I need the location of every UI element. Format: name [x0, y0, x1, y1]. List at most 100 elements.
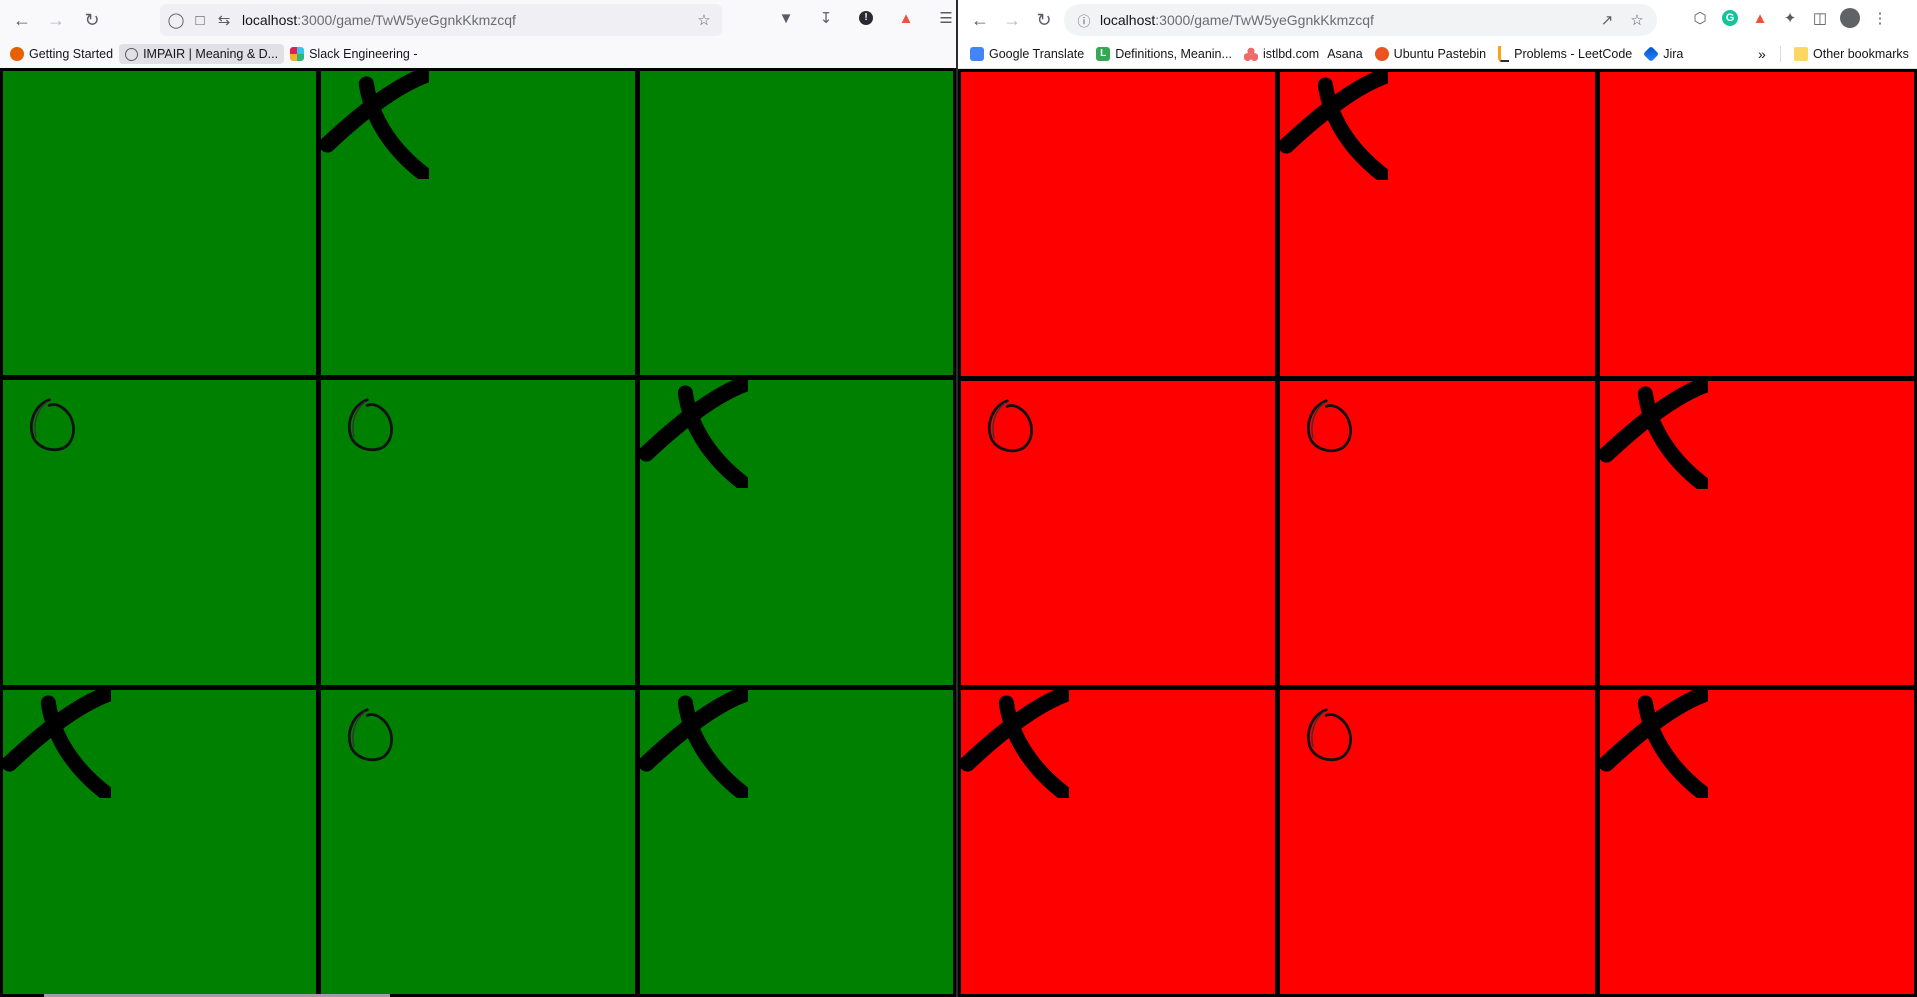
bookmark-google-translate[interactable]: Google Translate	[964, 44, 1090, 64]
board-cell[interactable]	[961, 72, 1276, 376]
board-cell[interactable]	[1280, 381, 1595, 685]
star-icon[interactable]: ☆	[1625, 8, 1649, 32]
board-cell[interactable]	[639, 71, 953, 376]
x-mark-icon	[639, 689, 748, 798]
extension-icon[interactable]: !	[854, 6, 878, 30]
firefox-toolbar-icons: ▼ ↧ ! ▲ ☰	[774, 6, 956, 30]
board-cell[interactable]	[1599, 381, 1914, 685]
x-mark-icon	[1280, 72, 1389, 180]
address-bar[interactable]: ⓘ localhost:3000/game/TwW5yeGgnkKkmzcqf …	[1064, 4, 1657, 36]
reload-icon[interactable]: ↻	[78, 6, 106, 34]
leetcode-icon	[1498, 46, 1510, 62]
avatar[interactable]	[1838, 6, 1862, 30]
chrome-toolbar-icons: ⬡ G ▲ ✦ ◫ ⋮	[1688, 6, 1892, 30]
board-cell[interactable]	[639, 689, 953, 994]
share-icon[interactable]: ↗	[1595, 8, 1619, 32]
board-cell[interactable]	[1280, 72, 1595, 376]
firefox-icon	[10, 47, 24, 61]
chrome-window: ← → ↻ ⓘ localhost:3000/game/TwW5yeGgnkKk…	[958, 0, 1917, 997]
o-mark-icon	[348, 708, 394, 761]
back-icon[interactable]: ←	[966, 6, 994, 34]
permissions-icon[interactable]: ⇆	[212, 8, 236, 32]
extension-icon[interactable]: ⬡	[1688, 6, 1712, 30]
board-cell[interactable]	[961, 690, 1276, 994]
more-bookmarks-button[interactable]: »	[1752, 43, 1772, 65]
grammarly-icon[interactable]: G	[1718, 6, 1742, 30]
chrome-toolbar: ← → ↻ ⓘ localhost:3000/game/TwW5yeGgnkKk…	[958, 0, 1917, 40]
o-mark-icon	[1307, 708, 1353, 762]
x-mark-icon	[961, 690, 1069, 798]
bookmarks-bar: Google Translate L Definitions, Meanin..…	[958, 40, 1917, 69]
menu-icon[interactable]: ⋮	[1868, 6, 1892, 30]
bookmark-label: istlbd.com	[1262, 47, 1320, 61]
game-board	[958, 69, 1917, 997]
url-text[interactable]: localhost:3000/game/TwW5yeGgnkKkmzcqf	[242, 12, 516, 28]
bookmark-ubuntu-pastebin[interactable]: Ubuntu Pastebin	[1369, 44, 1492, 64]
asana-icon	[1243, 47, 1258, 61]
firefox-toolbar: ← → ↻ ◯ □ ⇆ localhost:3000/game/TwW5yeGg…	[0, 0, 956, 40]
board-cell[interactable]	[3, 380, 317, 685]
bookmark-label: Definitions, Meanin...	[1115, 47, 1232, 61]
o-mark-icon	[988, 399, 1033, 453]
bookmark-label: Problems - LeetCode	[1514, 47, 1633, 61]
x-mark-icon	[3, 689, 111, 798]
bookmark-leetcode[interactable]: Problems - LeetCode	[1492, 43, 1638, 65]
bookmarks-divider	[1780, 46, 1781, 62]
menu-icon[interactable]: ☰	[934, 6, 956, 30]
bookmark-impair[interactable]: IMPAIR | Meaning & D...	[119, 44, 285, 64]
page-icon[interactable]: □	[188, 8, 212, 32]
info-icon[interactable]: ⓘ	[1072, 8, 1096, 32]
board-cell[interactable]	[1599, 72, 1914, 376]
bookmark-istlbd[interactable]: istlbd.com	[1238, 44, 1325, 64]
bookmark-jira[interactable]: Jira	[1638, 44, 1689, 64]
board-cell[interactable]	[1280, 690, 1595, 994]
slack-icon	[290, 47, 305, 61]
pocket-icon[interactable]: ▼	[774, 6, 798, 30]
folder-icon	[1794, 47, 1808, 61]
x-mark-icon	[321, 71, 430, 179]
board-cell[interactable]	[3, 71, 317, 376]
bookmark-slack-engineering[interactable]: Slack Engineering -	[284, 44, 423, 64]
board-cell[interactable]	[321, 71, 635, 376]
board-cell[interactable]	[1599, 690, 1914, 994]
jira-icon	[1643, 46, 1660, 62]
forward-icon[interactable]: →	[42, 6, 70, 34]
forward-icon[interactable]: →	[998, 6, 1026, 34]
reload-icon[interactable]: ↻	[1030, 6, 1058, 34]
shield-icon[interactable]: ◯	[164, 8, 188, 32]
url-text[interactable]: localhost:3000/game/TwW5yeGgnkKkmzcqf	[1100, 12, 1374, 28]
translate-icon	[970, 47, 984, 61]
board-cell[interactable]	[639, 380, 953, 685]
bookmark-asana[interactable]: Asana	[1325, 44, 1368, 64]
board-cell[interactable]	[321, 689, 635, 994]
l-icon: L	[1096, 47, 1111, 61]
bookmark-label: Google Translate	[989, 47, 1085, 61]
puzzle-icon[interactable]: ✦	[1778, 6, 1802, 30]
x-mark-icon	[1599, 381, 1708, 489]
star-icon[interactable]: ☆	[692, 8, 716, 32]
board-cell[interactable]	[961, 381, 1276, 685]
o-mark-icon	[1307, 399, 1353, 453]
x-mark-icon	[639, 380, 748, 489]
address-bar[interactable]: ◯ □ ⇆ localhost:3000/game/TwW5yeGgnkKkmz…	[160, 4, 722, 36]
bookmark-label: Jira	[1663, 47, 1684, 61]
download-icon[interactable]: ↧	[814, 6, 838, 30]
other-bookmarks[interactable]: Other bookmarks	[1788, 44, 1915, 64]
globe-icon	[125, 47, 139, 61]
bookmark-label: Other bookmarks	[1813, 47, 1909, 61]
bookmark-label: Ubuntu Pastebin	[1393, 47, 1487, 61]
ubuntu-icon	[1374, 47, 1389, 61]
board-cell[interactable]	[321, 380, 635, 685]
extension-icon[interactable]: ▲	[894, 6, 918, 30]
extension-icon[interactable]: ▲	[1748, 6, 1772, 30]
bookmarks-toolbar: Getting Started IMPAIR | Meaning & D... …	[0, 40, 956, 69]
bookmark-label: IMPAIR | Meaning & D...	[143, 47, 279, 61]
o-mark-icon	[348, 398, 394, 452]
board-cell[interactable]	[3, 689, 317, 994]
bookmark-definitions[interactable]: L Definitions, Meanin...	[1090, 44, 1238, 64]
x-mark-icon	[1599, 690, 1708, 798]
game-board	[0, 68, 956, 997]
side-panel-icon[interactable]: ◫	[1808, 6, 1832, 30]
back-icon[interactable]: ←	[8, 6, 36, 34]
bookmark-getting-started[interactable]: Getting Started	[4, 44, 119, 64]
